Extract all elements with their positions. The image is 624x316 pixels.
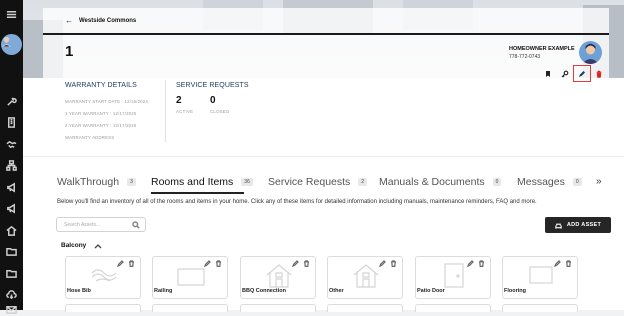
menu-icon[interactable]	[5, 8, 18, 21]
owner-name: HOMEOWNER EXAMPLE	[509, 46, 575, 52]
railing-icon	[175, 261, 207, 289]
asset-card[interactable]: Other	[327, 256, 403, 299]
building-icon[interactable]	[5, 116, 18, 129]
asset-card[interactable]: Patio Door	[415, 256, 491, 299]
owner-avatar[interactable]	[579, 41, 602, 64]
folder-icon[interactable]	[5, 245, 18, 258]
search-box[interactable]: Search Assets...	[56, 217, 146, 232]
bookmark-icon[interactable]	[541, 67, 555, 81]
hose-icon	[88, 261, 120, 289]
house-icon	[350, 261, 382, 289]
cloud-download-icon[interactable]	[5, 288, 18, 301]
page-title: 1	[65, 43, 74, 60]
closed-count[interactable]: 0	[210, 95, 216, 106]
asset-card[interactable]	[327, 304, 403, 312]
chevron-up-icon	[94, 243, 102, 248]
asset-name: BBQ Connection	[242, 288, 286, 294]
group-toggle-balcony[interactable]: Balcony	[61, 242, 102, 249]
organization-icon[interactable]	[5, 159, 18, 172]
tab-count-badge: 2	[358, 178, 368, 186]
trash-icon[interactable]	[565, 260, 572, 267]
service-requests-heading: SERVICE REQUESTS	[176, 82, 249, 89]
warranty-heading: WARRANTY DETAILS	[65, 82, 137, 89]
active-label: ACTIVE	[176, 109, 194, 114]
tab-label: Rooms and Items	[151, 176, 234, 188]
asset-card[interactable]	[152, 304, 228, 312]
megaphone-icon[interactable]	[5, 202, 18, 215]
flooring-icon	[525, 261, 557, 289]
tab-rooms-and-items[interactable]: Rooms and Items 36	[151, 176, 253, 188]
owner-phone: 778-772-0743	[509, 54, 541, 60]
trash-icon[interactable]	[215, 260, 222, 267]
handshake-icon[interactable]	[5, 138, 18, 151]
trash-icon[interactable]	[390, 260, 397, 267]
back-link[interactable]: ← Westside Commons	[65, 16, 136, 25]
asset-card[interactable]	[415, 304, 491, 312]
add-asset-label: ADD ASSET	[566, 222, 602, 228]
asset-card[interactable]: Flooring	[502, 256, 578, 299]
arrow-left-icon: ←	[65, 16, 73, 25]
tab-count-badge: 0	[492, 178, 502, 186]
pencil-icon	[579, 70, 585, 77]
divider	[165, 80, 166, 142]
tab-count-badge: 3	[127, 178, 136, 186]
tab-label: WalkThrough	[57, 176, 120, 188]
sidebar	[0, 0, 23, 314]
door-icon	[438, 261, 470, 289]
wrench-icon[interactable]	[5, 95, 18, 108]
active-count[interactable]: 2	[176, 95, 182, 106]
asset-name: Patio Door	[417, 288, 445, 294]
tabs-scroll-right-icon[interactable]: »	[596, 176, 602, 187]
asset-name: Hose Bib	[67, 288, 91, 294]
warranty-start: WARRANTY START DATE : 12/16/2024	[65, 99, 148, 104]
tab-manuals-documents[interactable]: Manuals & Documents 0	[379, 176, 502, 188]
sofa-icon	[555, 223, 562, 229]
main-content: ← Westside Commons 1 HOMEOWNER EXAMPLE 7…	[23, 0, 624, 312]
trash-icon[interactable]	[478, 260, 485, 267]
warranty-one-year: 1 YEAR WARRANTY : 12/17/2025	[65, 111, 137, 116]
tab-label: Manuals & Documents	[379, 176, 485, 188]
tab-service-requests[interactable]: Service Requests 2	[268, 176, 368, 188]
active-tab-indicator	[151, 192, 244, 194]
search-icon	[132, 221, 140, 229]
asset-name: Other	[329, 288, 344, 294]
tab-walkthrough[interactable]: WalkThrough 3	[57, 176, 136, 188]
home-icon[interactable]	[5, 224, 18, 237]
back-label: Westside Commons	[79, 17, 137, 24]
trash-icon[interactable]	[303, 260, 310, 267]
add-asset-button[interactable]: ADD ASSET	[545, 217, 611, 233]
avatar[interactable]	[1, 34, 22, 55]
asset-card[interactable]: BBQ Connection	[240, 256, 316, 299]
info-text: Below you'll find an inventory of all of…	[57, 199, 537, 205]
tab-messages[interactable]: Messages 0	[517, 176, 582, 188]
key-icon[interactable]	[558, 67, 572, 81]
group-name: Balcony	[61, 242, 87, 249]
asset-card[interactable]	[240, 304, 316, 312]
asset-name: Railing	[154, 288, 173, 294]
divider	[43, 33, 609, 35]
search-placeholder: Search Assets...	[64, 222, 101, 228]
asset-name: Flooring	[504, 288, 526, 294]
warranty-address: WARRANTY ADDRESS	[65, 135, 115, 140]
divider	[23, 156, 624, 157]
trash-icon	[596, 70, 602, 78]
edit-button[interactable]	[573, 65, 591, 82]
asset-card[interactable]	[502, 304, 578, 312]
megaphone-icon[interactable]	[5, 181, 18, 194]
tab-label: Messages	[517, 176, 565, 188]
house-icon	[263, 261, 295, 289]
tab-count-badge: 36	[241, 178, 253, 186]
trash-icon[interactable]	[128, 260, 135, 267]
closed-label: CLOSED	[210, 109, 230, 114]
warranty-two-year: 2 YEAR WARRANTY : 12/17/2026	[65, 123, 137, 128]
asset-card[interactable]	[65, 304, 141, 312]
asset-card[interactable]: Hose Bib	[65, 256, 141, 299]
delete-button[interactable]	[592, 67, 606, 81]
tab-label: Service Requests	[268, 176, 351, 188]
asset-card[interactable]: Railing	[152, 256, 228, 299]
tab-count-badge: 0	[572, 178, 582, 186]
folder-icon[interactable]	[5, 267, 18, 280]
